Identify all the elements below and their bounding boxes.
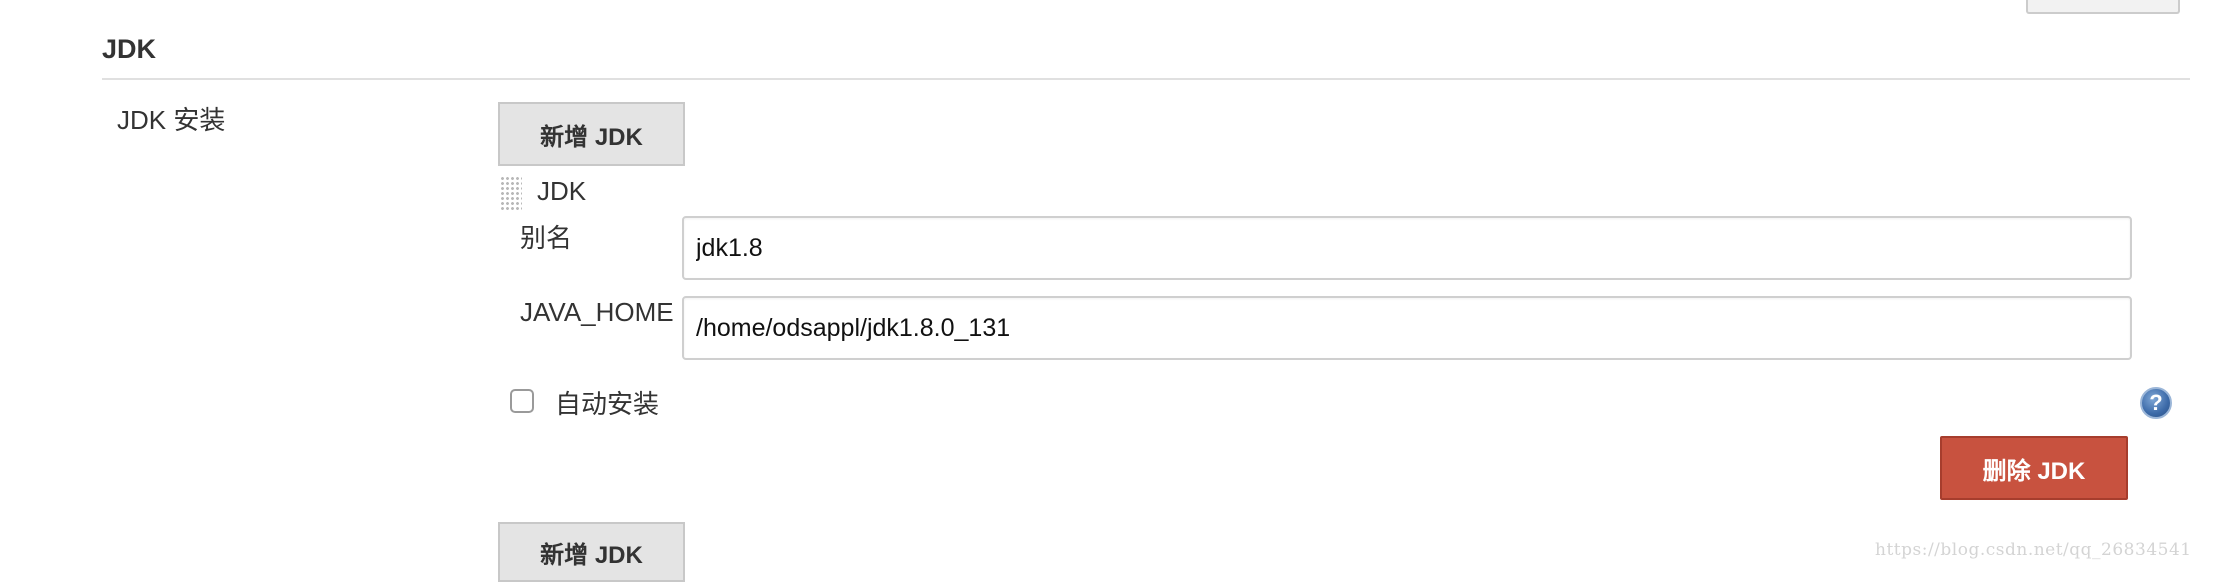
jdk-install-label: JDK 安装 <box>117 105 226 135</box>
alias-input[interactable] <box>682 216 2132 280</box>
add-jdk-button[interactable]: 新增 JDK <box>498 102 685 166</box>
top-button-edge[interactable] <box>2026 0 2180 14</box>
delete-jdk-button[interactable]: 删除 JDK <box>1940 436 2128 500</box>
java-home-label: JAVA_HOME <box>520 297 674 327</box>
add-jdk-button-bottom[interactable]: 新增 JDK <box>498 522 685 582</box>
help-icon[interactable]: ? <box>2140 387 2172 419</box>
auto-install-label: 自动安装 <box>555 389 660 419</box>
auto-install-checkbox[interactable] <box>510 389 534 413</box>
alias-label: 别名 <box>520 223 573 253</box>
drag-handle-icon[interactable] <box>500 176 522 210</box>
java-home-input[interactable] <box>682 296 2132 360</box>
section-title: JDK <box>102 34 157 64</box>
jdk-item-title: JDK <box>537 176 587 206</box>
watermark: https://blog.csdn.net/qq_26834541 <box>1875 540 2192 560</box>
section-divider <box>102 78 2190 80</box>
